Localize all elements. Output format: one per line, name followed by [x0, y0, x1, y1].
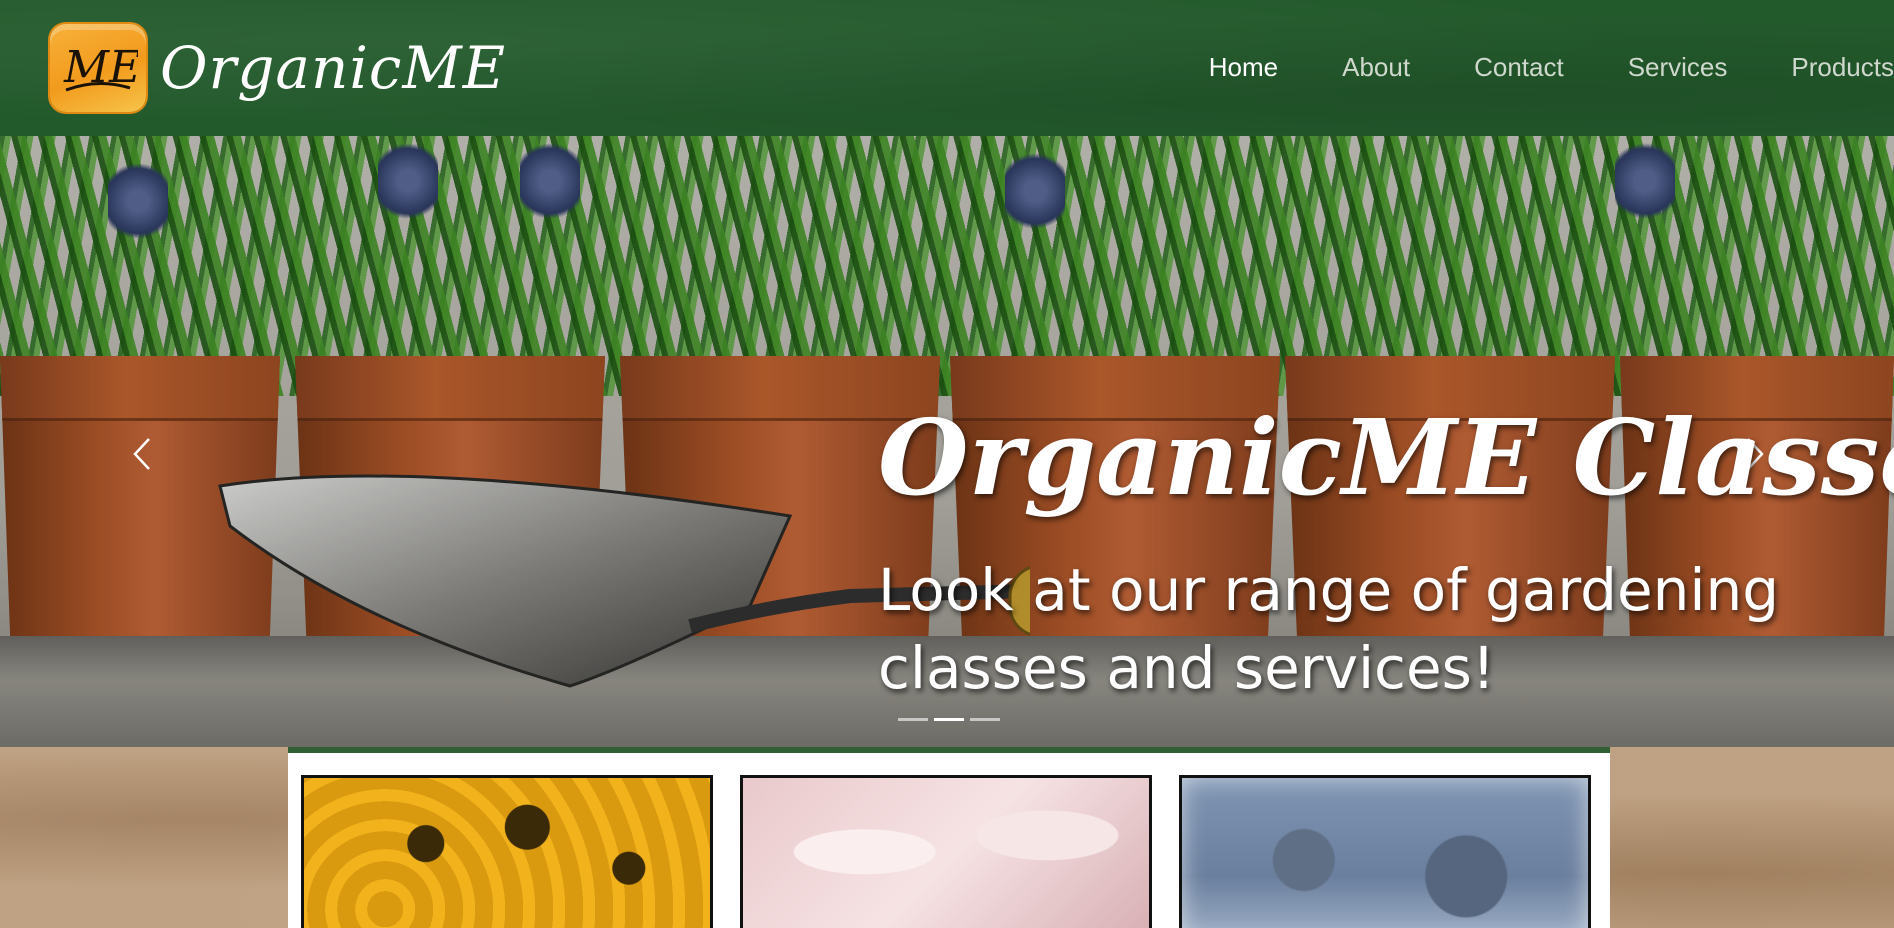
logo-link[interactable]: ME OrganicME: [50, 24, 506, 112]
chevron-left-icon: [133, 438, 150, 470]
card-bees-image[interactable]: [301, 775, 713, 928]
hero-carousel: OrganicME Classes Look at our range of g…: [0, 136, 1894, 747]
carousel-indicator[interactable]: [898, 718, 928, 721]
nav-about[interactable]: About: [1342, 52, 1410, 83]
nav-services[interactable]: Services: [1628, 52, 1728, 83]
main-nav: Home About Contact Services Products: [1145, 52, 1894, 83]
carousel-indicators: [898, 718, 1006, 721]
nav-contact[interactable]: Contact: [1474, 52, 1564, 83]
page: ME OrganicME Home About Contact Services…: [0, 0, 1894, 928]
site-header: ME OrganicME Home About Contact Services…: [0, 0, 1894, 136]
card-marshmallow-image[interactable]: [740, 775, 1152, 928]
logo-icon: ME: [50, 24, 146, 112]
nav-products[interactable]: Products: [1791, 52, 1894, 83]
nav-home[interactable]: Home: [1209, 52, 1278, 83]
carousel-indicator[interactable]: [970, 718, 1000, 721]
carousel-prev-button[interactable]: [122, 424, 162, 484]
card-flowers-image[interactable]: [1179, 775, 1591, 928]
content-panel: [288, 747, 1610, 928]
logo-mark-text: ME: [63, 42, 138, 93]
hero-title: OrganicME Classes: [878, 396, 1894, 519]
carousel-indicator-active[interactable]: [934, 718, 964, 721]
brand-name: OrganicME: [160, 34, 507, 102]
hero-text: Look at our range of gardening classes a…: [878, 556, 1780, 702]
